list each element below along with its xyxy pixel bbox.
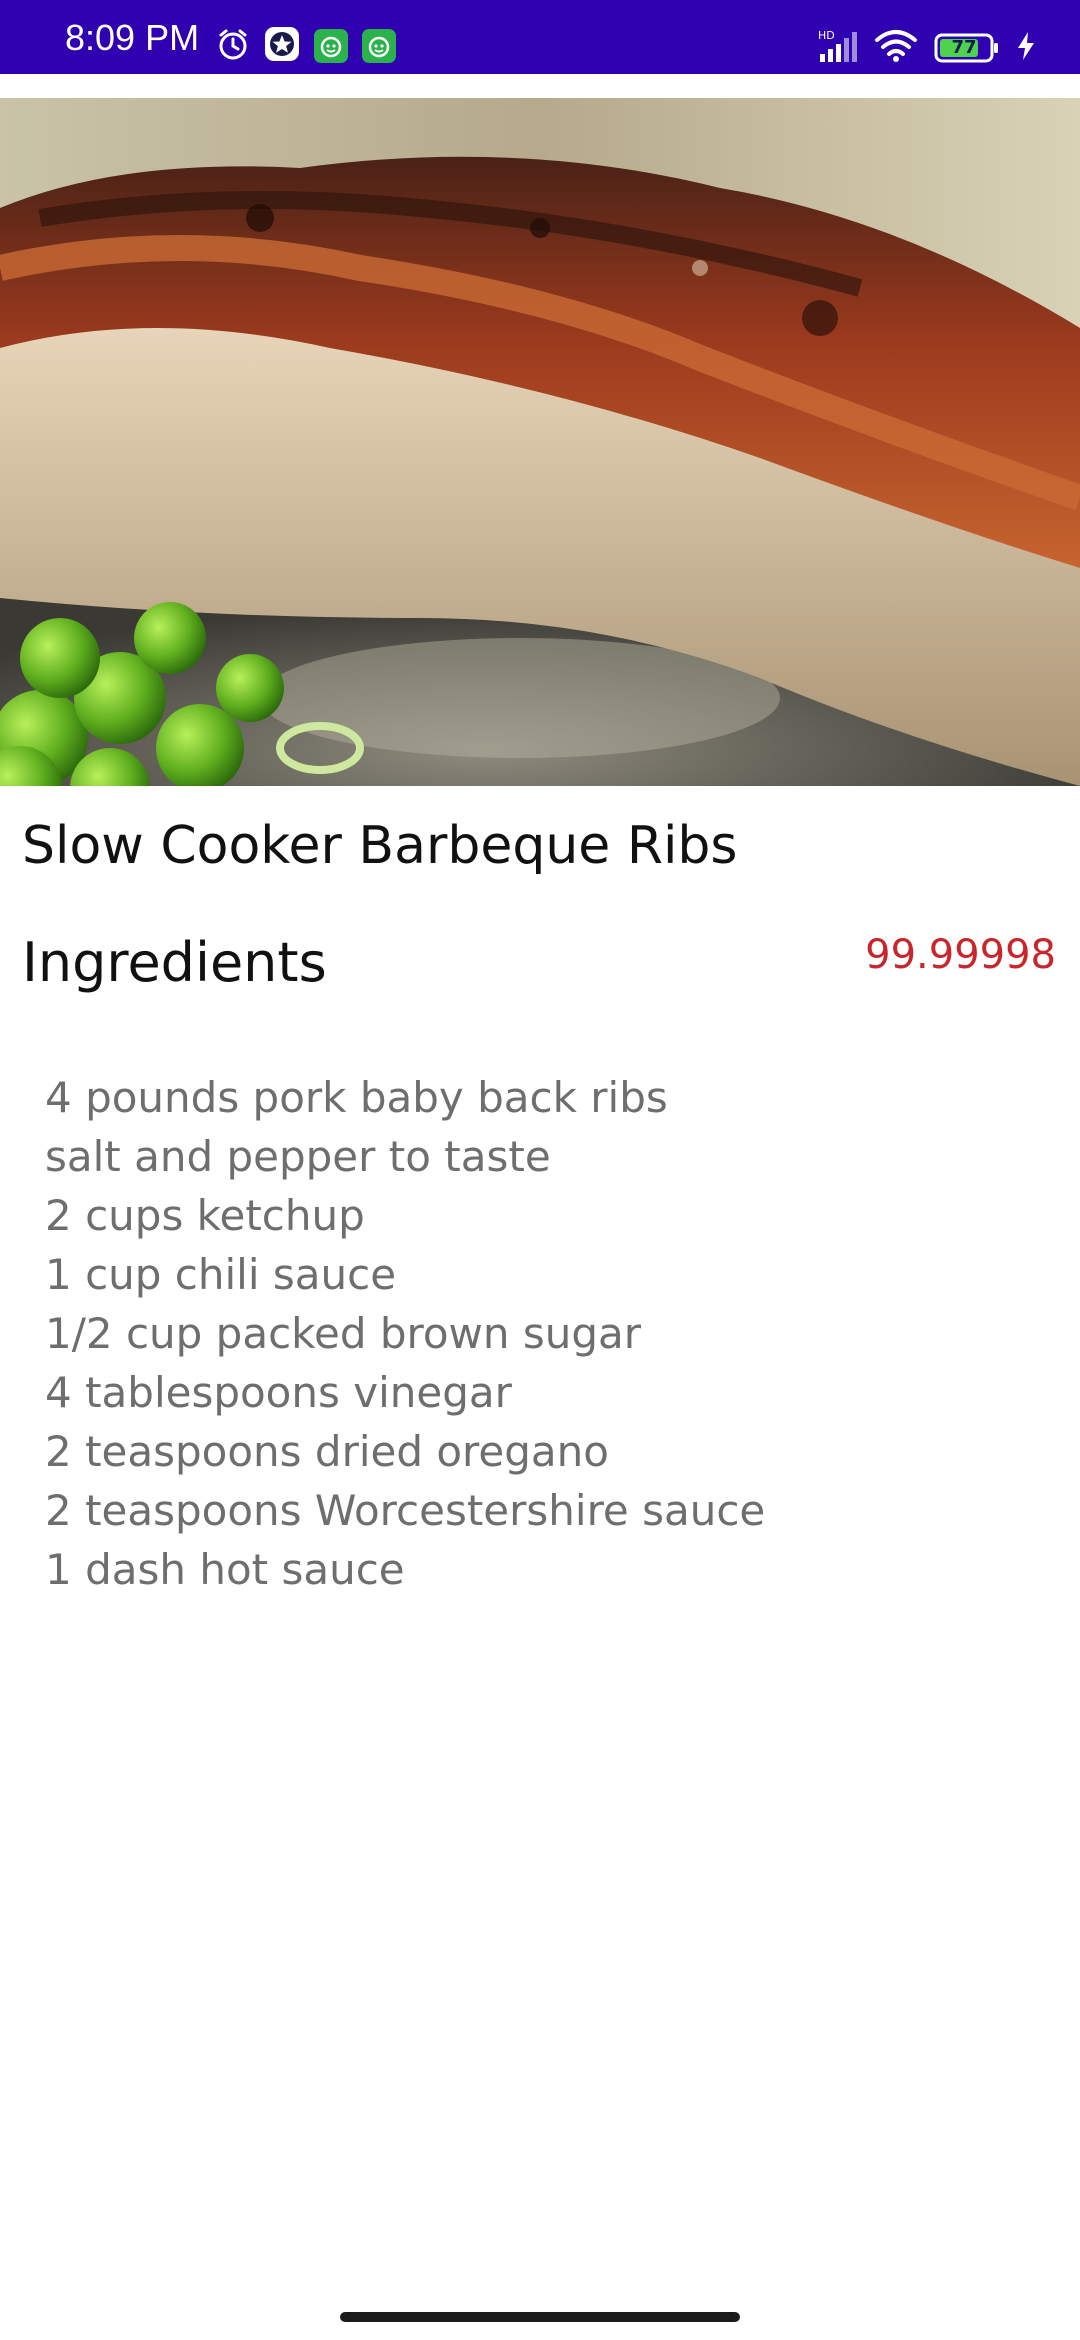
recipe-photo [0,98,1080,786]
ingredient-list: 4 pounds pork baby back ribs salt and pe… [45,1068,765,1599]
ingredient-item: 4 pounds pork baby back ribs [45,1073,668,1122]
battery-level: 77 [951,37,977,58]
signal-icon: HD [816,28,858,68]
wifi-icon [874,28,918,68]
recipe-price: 99.99998 [865,932,1056,978]
ingredient-item: 4 tablespoons vinegar [45,1368,512,1417]
home-indicator[interactable] [340,2312,740,2322]
status-time: 8:09 PM [65,17,200,58]
status-bar: 8:09 PM HD 77 [0,0,1080,74]
ingredient-item: 2 teaspoons Worcestershire sauce [45,1486,766,1535]
android-app-icon [362,29,396,63]
star-app-icon [264,26,300,66]
food-photo [0,98,1080,786]
network-type-label: HD [818,29,835,42]
status-notification-icons [216,26,396,66]
ingredients-heading: Ingredients [22,931,327,994]
recipe-title: Slow Cooker Barbeque Ribs [22,816,738,876]
battery-icon: 77 [934,33,1000,63]
ingredient-item: 1/2 cup packed brown sugar [45,1309,642,1358]
charging-icon [1016,31,1036,65]
ingredient-item: 2 cups ketchup [45,1191,365,1240]
status-system-icons: HD 77 [816,28,1036,68]
ingredient-item: salt and pepper to taste [45,1132,551,1181]
android-app-icon [314,29,348,63]
ingredient-item: 1 dash hot sauce [45,1545,405,1594]
ingredient-item: 1 cup chili sauce [45,1250,397,1299]
alarm-icon [216,27,250,65]
ingredient-item: 2 teaspoons dried oregano [45,1427,609,1476]
